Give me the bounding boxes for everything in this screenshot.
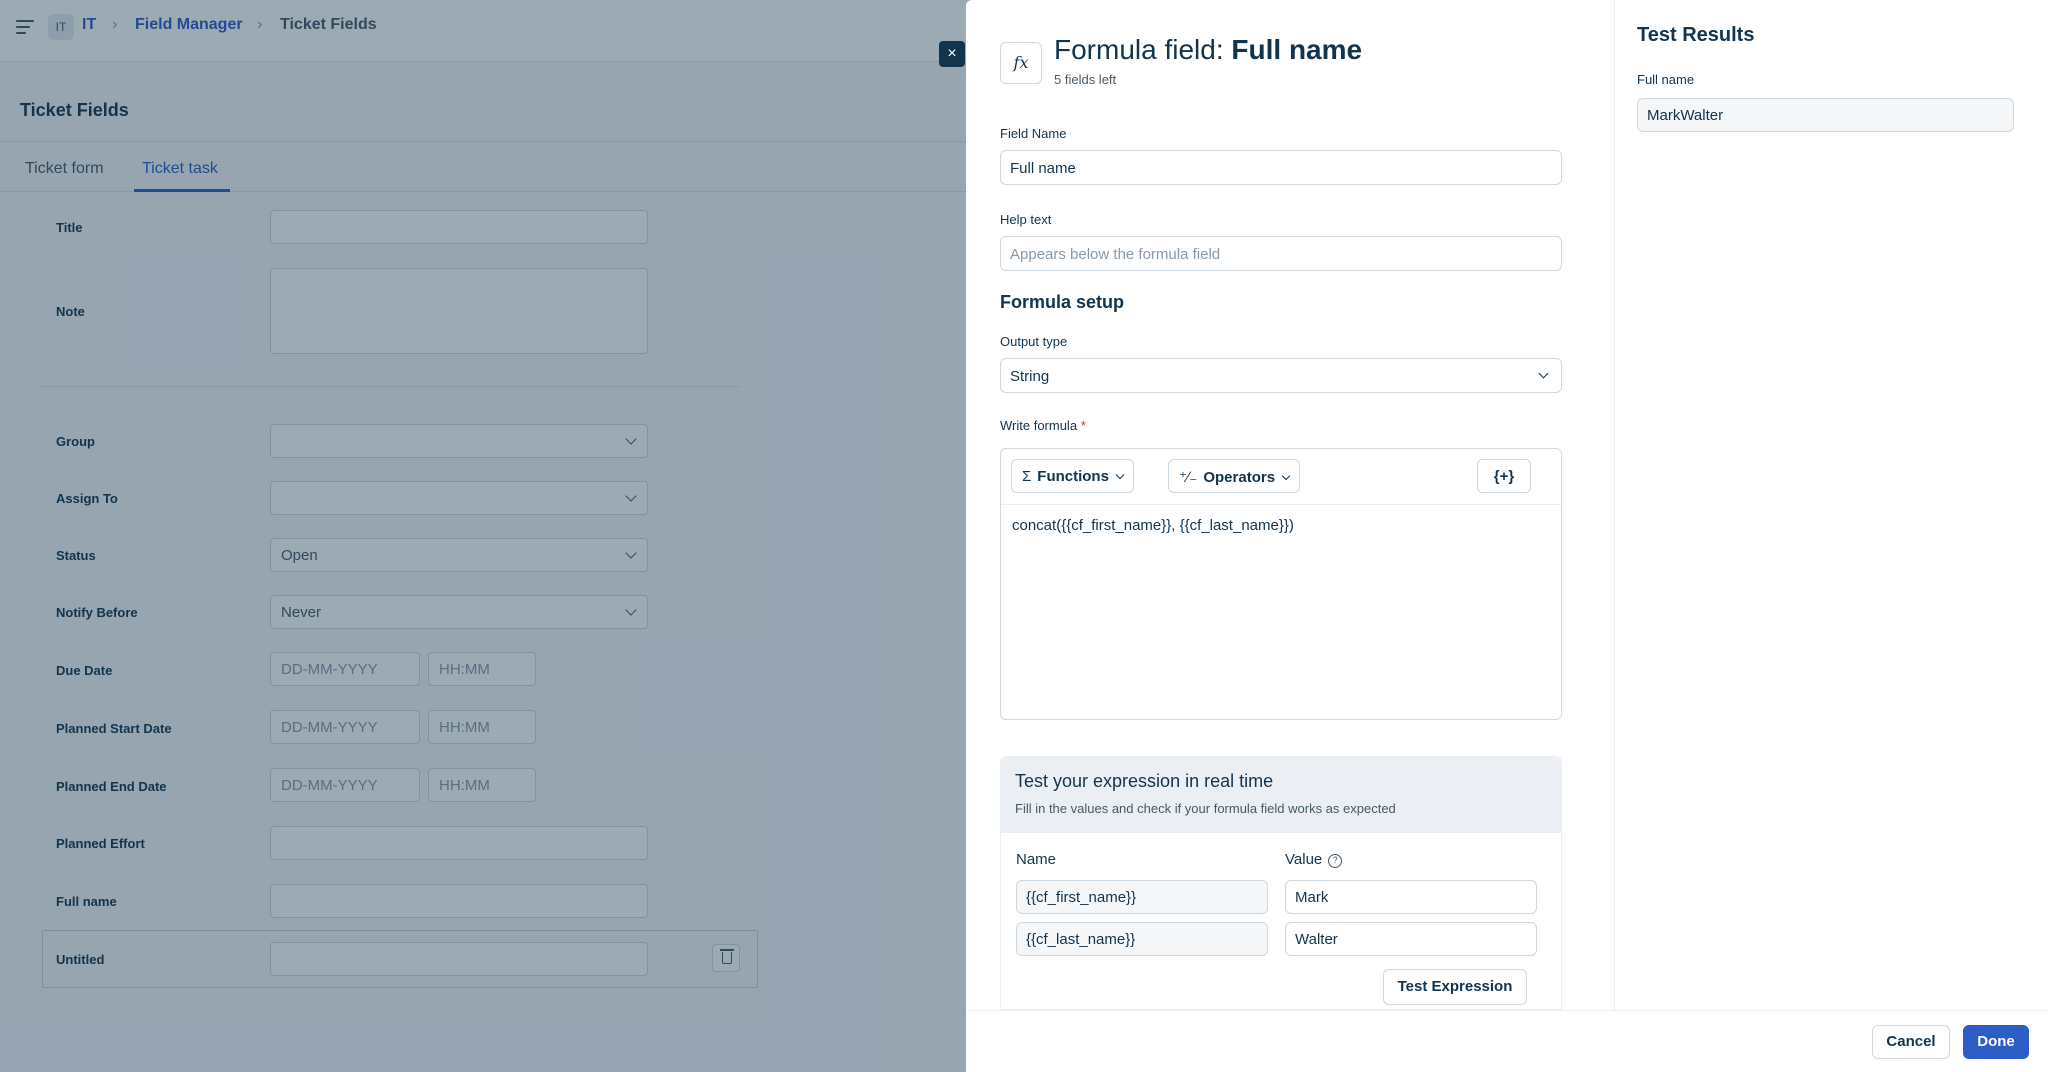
required-mark: * [1080, 418, 1086, 433]
operators-label: Operators [1203, 469, 1276, 486]
operators-button[interactable]: ⁺∕₋ Operators [1168, 459, 1301, 493]
test-results-pane: Test Results Full name MarkWalter [1614, 0, 2048, 1010]
formula-text[interactable]: concat({{cf_first_name}}, {{cf_last_name… [1012, 517, 1294, 534]
formula-editor[interactable]: Σ Functions ⁺∕₋ Operators {+} concat({{cf_… [1000, 448, 1562, 720]
functions-button[interactable]: Σ Functions [1011, 459, 1134, 493]
help-text-input[interactable]: Appears below the formula field [1000, 236, 1562, 271]
field-name-input[interactable]: Full name [1000, 150, 1562, 185]
name-column-header: Name [1016, 851, 1057, 868]
test-panel-header: Test your expression in real time Fill i… [1001, 757, 1561, 833]
plus-minus-icon: ⁺∕₋ [1179, 469, 1198, 486]
drawer-footer: Cancel Done [966, 1010, 2048, 1072]
output-type-value: String [1010, 368, 1050, 385]
write-formula-text: Write formula [1000, 418, 1078, 433]
value-header-text: Value [1285, 851, 1323, 868]
test-name-cell: {{cf_last_name}} [1016, 922, 1268, 956]
output-type-select[interactable]: String [1000, 358, 1562, 393]
chevron-down-icon [1281, 471, 1291, 481]
formula-setup-heading: Formula setup [1000, 292, 1125, 312]
close-drawer-button[interactable]: × [939, 41, 965, 67]
test-panel-subtitle: Fill in the values and check if your for… [1015, 801, 1396, 816]
done-button[interactable]: Done [1963, 1025, 2029, 1059]
result-field-label: Full name [1637, 72, 1695, 87]
insert-placeholder-button[interactable]: {+} [1477, 459, 1531, 493]
help-text-label: Help text [1000, 212, 1052, 227]
functions-label: Functions [1037, 468, 1109, 485]
fields-left: 5 fields left [1054, 72, 1117, 87]
chevron-down-icon [1538, 368, 1549, 379]
value-column-header: Value? [1285, 851, 1343, 868]
drawer-title-name: Full name [1231, 34, 1363, 65]
cancel-button[interactable]: Cancel [1872, 1025, 1950, 1059]
formula-editor-pane: fx Formula field: Full name 5 fields lef… [966, 0, 1614, 1010]
drawer-title: Formula field: Full name [1054, 34, 1362, 66]
test-expression-panel: Test your expression in real time Fill i… [1000, 756, 1562, 1010]
write-formula-label: Write formula * [1000, 418, 1086, 433]
formula-toolbar: Σ Functions ⁺∕₋ Operators {+} [1001, 449, 1561, 505]
test-name-cell: {{cf_first_name}} [1016, 880, 1268, 914]
field-name-label: Field Name [1000, 126, 1067, 141]
formula-drawer: fx Formula field: Full name 5 fields lef… [966, 0, 2048, 1072]
test-expression-button[interactable]: Test Expression [1383, 969, 1527, 1005]
formula-icon: fx [1000, 42, 1042, 84]
output-type-label: Output type [1000, 334, 1068, 349]
chevron-down-icon [1115, 470, 1125, 480]
help-icon[interactable]: ? [1328, 854, 1343, 868]
sigma-icon: Σ [1022, 468, 1032, 485]
drawer-title-prefix: Formula field: [1054, 34, 1224, 65]
test-results-title: Test Results [1637, 24, 1755, 46]
test-panel-title: Test your expression in real time [1015, 771, 1274, 791]
test-value-input[interactable]: Mark [1285, 880, 1537, 914]
result-value: MarkWalter [1637, 98, 2014, 132]
test-value-input[interactable]: Walter [1285, 922, 1537, 956]
